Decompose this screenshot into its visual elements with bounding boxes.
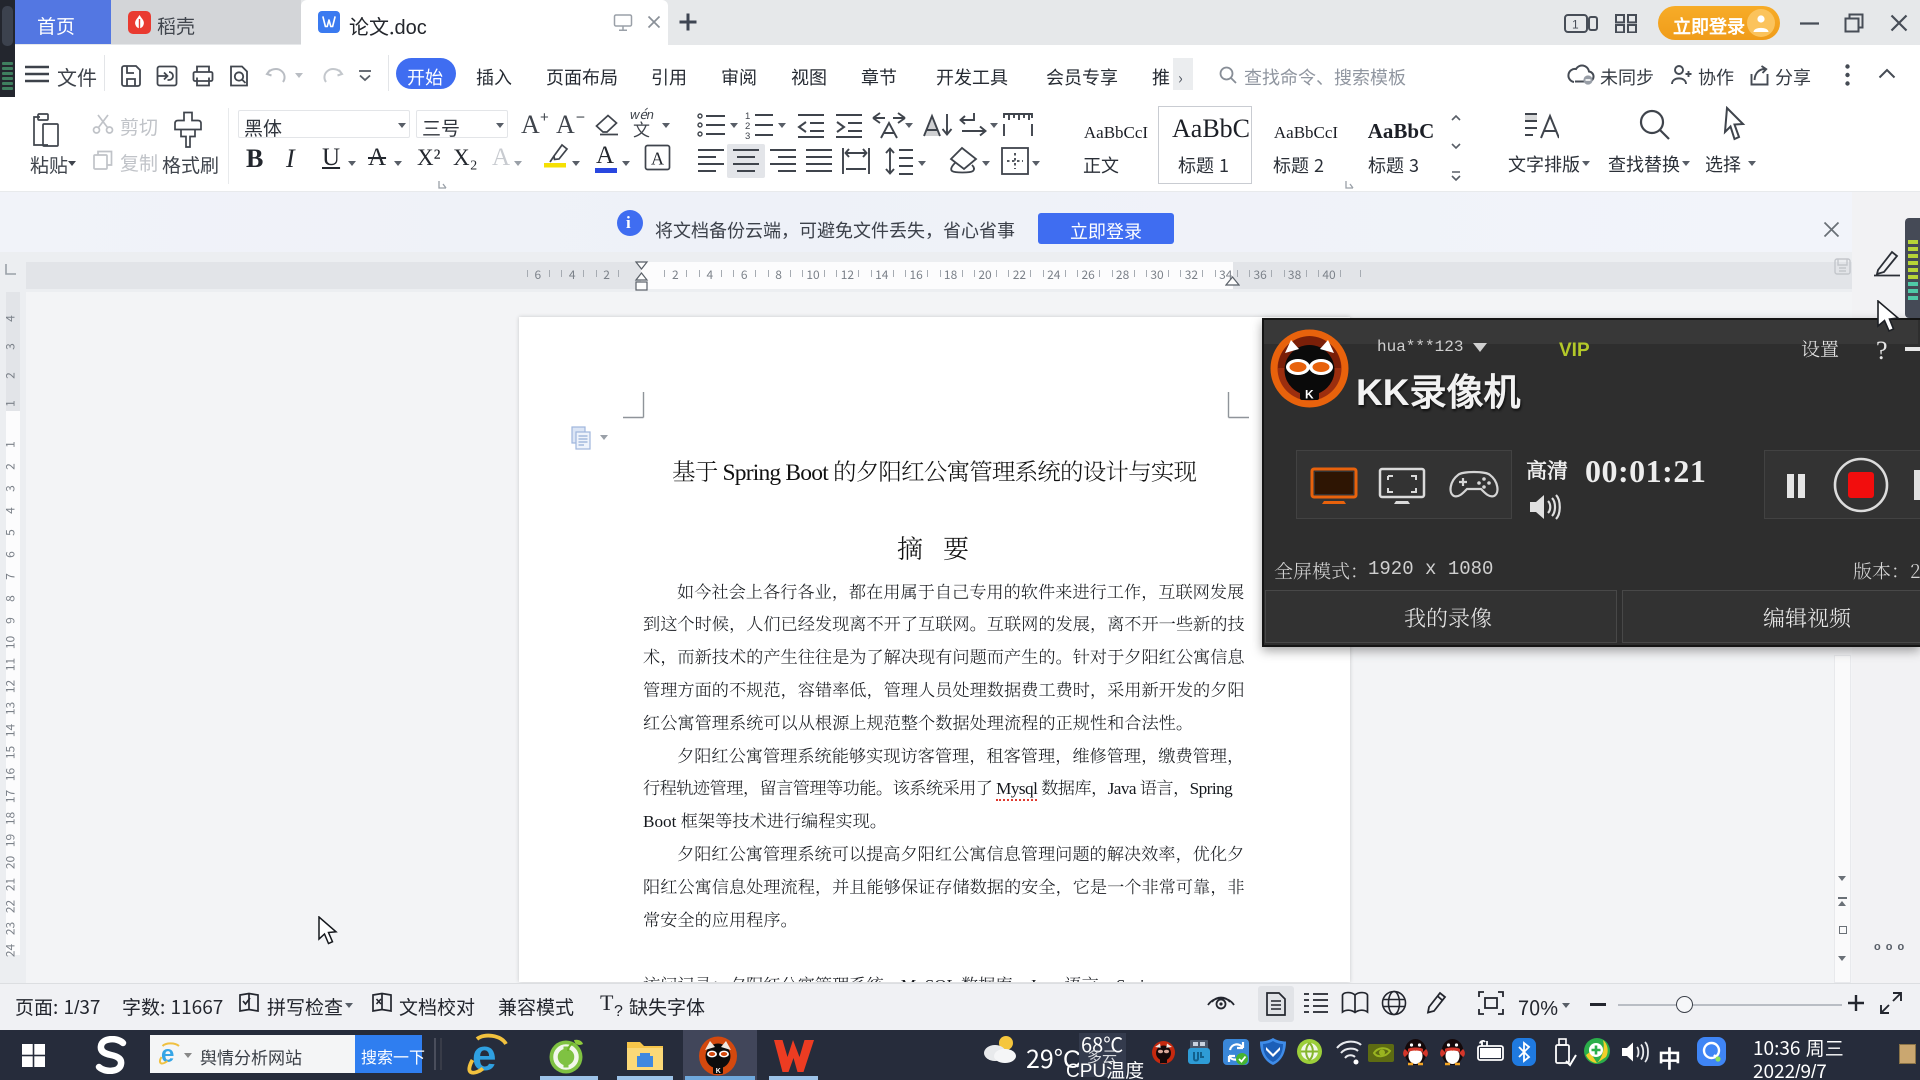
svg-text:K: K [716,1068,721,1075]
svg-text:K: K [1305,388,1314,402]
svg-text:1: 1 [1572,18,1579,32]
svg-text:A: A [651,149,664,169]
svg-text:3: 3 [745,131,750,140]
svg-text:e: e [472,1033,496,1075]
